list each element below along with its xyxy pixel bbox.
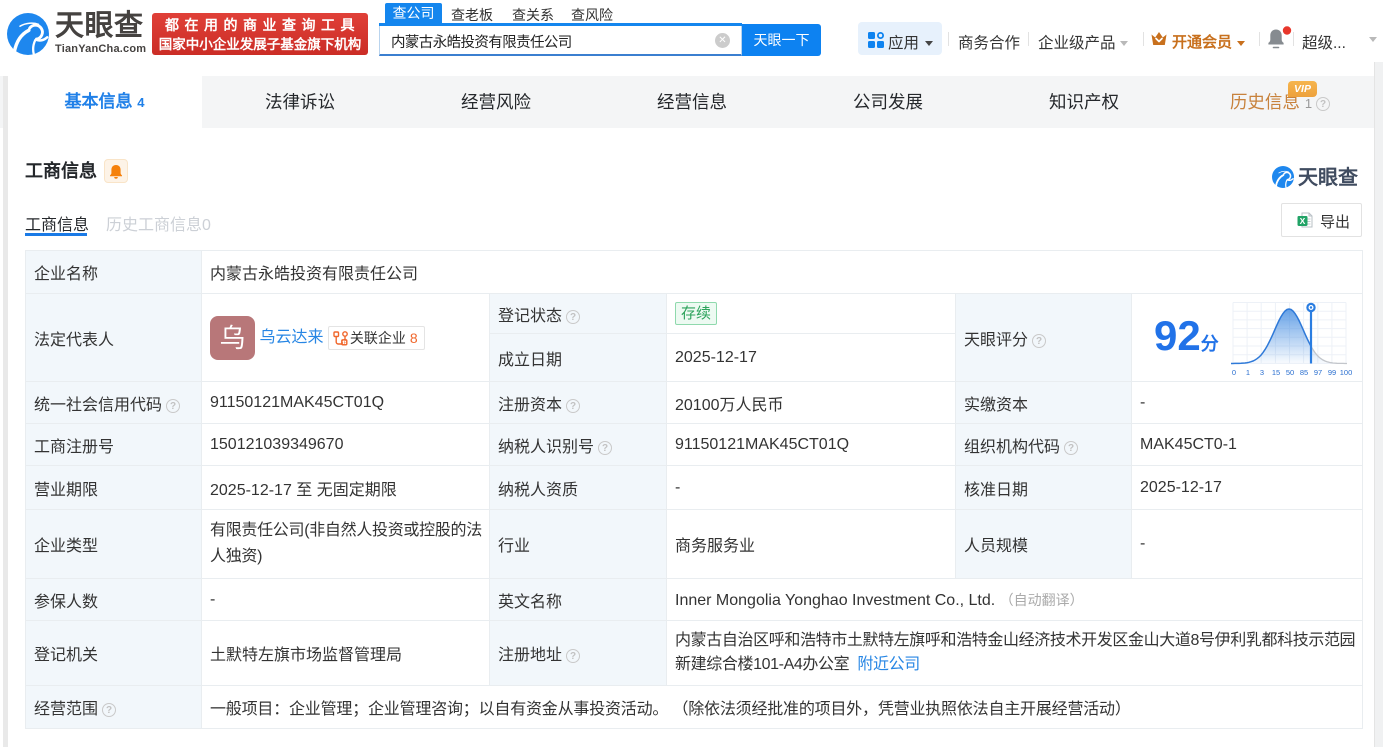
svg-text:企: 企 xyxy=(341,338,347,346)
svg-text:85: 85 xyxy=(1300,368,1308,377)
svg-text:97: 97 xyxy=(1314,368,1322,377)
svg-text:15: 15 xyxy=(1272,368,1280,377)
svg-text:50: 50 xyxy=(1286,368,1294,377)
svg-text:100: 100 xyxy=(1340,368,1353,377)
svg-text:99: 99 xyxy=(1328,368,1336,377)
svg-text:3: 3 xyxy=(1260,368,1264,377)
svg-text:0: 0 xyxy=(1232,368,1236,377)
svg-text:1: 1 xyxy=(1246,368,1250,377)
svg-text:X: X xyxy=(1300,216,1306,226)
